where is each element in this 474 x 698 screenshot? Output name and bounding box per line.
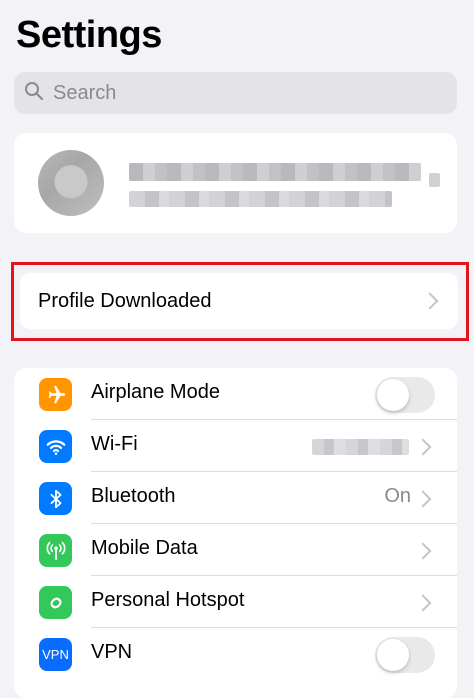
connectivity-group: Airplane Mode Wi-Fi Bluetooth On Mobile … [14, 368, 457, 698]
mobile-data-row[interactable]: Mobile Data [14, 524, 457, 576]
bluetooth-status: On [384, 485, 411, 507]
mobile-data-label: Mobile Data [91, 537, 198, 559]
vpn-row[interactable]: VPN VPN [14, 628, 457, 680]
avatar [38, 150, 104, 216]
highlight-box [11, 262, 469, 341]
page-title: Settings [16, 14, 162, 56]
hotspot-icon [39, 586, 72, 619]
search-icon [24, 81, 51, 106]
search-input[interactable] [51, 80, 435, 106]
account-chevron-redacted [429, 173, 440, 187]
vpn-label: VPN [91, 641, 133, 663]
airplane-mode-toggle[interactable] [375, 377, 435, 413]
toggle-knob [377, 639, 409, 671]
chevron-right-icon [414, 594, 432, 612]
chevron-right-icon [414, 438, 432, 456]
vpn-icon-text: VPN [42, 647, 69, 662]
vpn-toggle[interactable] [375, 637, 435, 673]
airplane-mode-label: Airplane Mode [91, 381, 220, 403]
personal-hotspot-label: Personal Hotspot [91, 589, 245, 611]
chevron-right-icon [414, 542, 432, 560]
airplane-mode-row[interactable]: Airplane Mode [14, 368, 457, 420]
account-subtitle-redacted [129, 191, 392, 207]
vpn-icon: VPN [39, 638, 72, 671]
wifi-icon [39, 430, 72, 463]
bluetooth-row[interactable]: Bluetooth On [14, 472, 457, 524]
wifi-network-redacted [312, 439, 409, 455]
antenna-icon [39, 534, 72, 567]
account-card[interactable] [14, 133, 457, 233]
personal-hotspot-row[interactable]: Personal Hotspot [14, 576, 457, 628]
chevron-right-icon [414, 490, 432, 508]
toggle-knob [377, 379, 409, 411]
account-name-redacted [129, 163, 421, 181]
bluetooth-icon [39, 482, 72, 515]
search-bar[interactable] [14, 72, 457, 114]
airplane-icon [39, 378, 72, 411]
wifi-row[interactable]: Wi-Fi [14, 420, 457, 472]
wifi-label: Wi-Fi [91, 433, 138, 455]
bluetooth-label: Bluetooth [91, 485, 176, 507]
